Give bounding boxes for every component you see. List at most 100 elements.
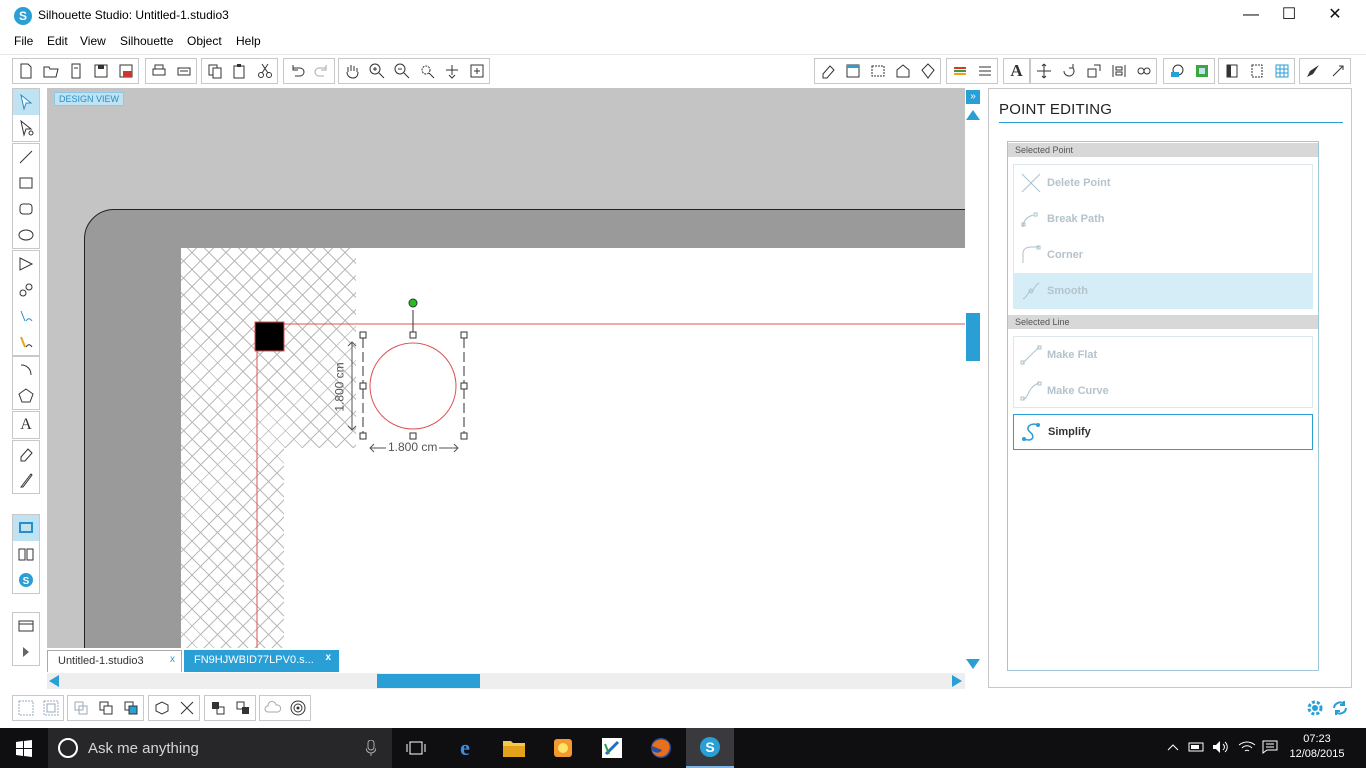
rounded-rectangle-tool-icon[interactable] — [13, 196, 39, 222]
vertical-scroll-thumb[interactable] — [966, 313, 980, 361]
curve-tool-icon[interactable] — [13, 277, 39, 303]
text-tool-icon[interactable]: A — [13, 412, 39, 438]
smooth-freehand-tool-icon[interactable] — [13, 329, 39, 355]
copy-icon[interactable] — [202, 59, 227, 83]
cortana-search[interactable]: Ask me anything — [48, 728, 392, 768]
vertical-scrollbar[interactable]: » — [965, 88, 981, 673]
release-compound-icon[interactable] — [93, 696, 118, 720]
firefox-icon[interactable] — [637, 728, 685, 768]
trace-icon[interactable] — [1219, 59, 1244, 83]
grid-icon[interactable] — [1269, 59, 1294, 83]
zoom-out-icon[interactable] — [389, 59, 414, 83]
line-tool-icon[interactable] — [13, 144, 39, 170]
task-view-icon[interactable] — [392, 728, 440, 768]
group-icon[interactable] — [13, 696, 38, 720]
make-curve-button[interactable]: Make Curve — [1013, 373, 1313, 409]
design-canvas[interactable]: DESIGN VIEW 1.800 cm 1.800 cm — [47, 88, 965, 648]
fit-to-page-icon[interactable] — [464, 59, 489, 83]
paint-app-icon[interactable] — [539, 728, 587, 768]
redo-icon[interactable] — [309, 59, 334, 83]
registration-marks-icon[interactable] — [865, 59, 890, 83]
open-folder-icon[interactable] — [38, 59, 63, 83]
simplify-button[interactable]: Simplify — [1013, 414, 1313, 450]
weld-icon[interactable] — [149, 696, 174, 720]
menu-silhouette[interactable]: Silhouette — [120, 34, 173, 48]
polygon-tool-icon[interactable] — [13, 251, 39, 277]
scroll-up-icon[interactable] — [966, 110, 980, 120]
save-icon[interactable] — [88, 59, 113, 83]
tab-untitled[interactable]: Untitled-1.studio3 x — [47, 650, 182, 672]
system-clock[interactable]: 07:23 12/08/2015 — [1282, 732, 1352, 762]
make-flat-button[interactable]: Make Flat — [1013, 337, 1313, 373]
edit-points-icon[interactable] — [13, 115, 39, 141]
regular-polygon-tool-icon[interactable] — [13, 383, 39, 409]
arc-tool-icon[interactable] — [13, 357, 39, 383]
smooth-button[interactable]: Smooth — [1013, 273, 1313, 309]
cut-scissors-icon[interactable] — [252, 59, 277, 83]
library-store-icon[interactable] — [890, 59, 915, 83]
pen-style-icon[interactable] — [915, 59, 940, 83]
offset-icon[interactable] — [1189, 59, 1214, 83]
file-explorer-icon[interactable] — [490, 728, 538, 768]
silhouette-store-icon[interactable]: S — [13, 567, 39, 593]
save-to-library-icon[interactable] — [113, 59, 138, 83]
collapse-panel-icon[interactable]: » — [966, 90, 980, 104]
eraser-fill-icon[interactable] — [815, 59, 840, 83]
eraser-tool-icon[interactable] — [13, 441, 39, 467]
send-to-silhouette-icon[interactable] — [1300, 59, 1325, 83]
horizontal-scroll-thumb[interactable] — [377, 674, 480, 688]
line-color-icon[interactable] — [947, 59, 972, 83]
expand-arrow-icon[interactable] — [13, 639, 39, 665]
text-style-icon[interactable]: A — [1004, 59, 1029, 83]
pan-hand-icon[interactable] — [339, 59, 364, 83]
menu-object[interactable]: Object — [187, 34, 222, 48]
replicate-icon[interactable] — [1131, 59, 1156, 83]
sync-icon[interactable] — [1330, 698, 1350, 718]
freehand-tool-icon[interactable] — [13, 303, 39, 329]
align-icon[interactable] — [1106, 59, 1131, 83]
scroll-right-icon[interactable] — [952, 675, 962, 687]
send-backward-icon[interactable] — [205, 696, 230, 720]
scroll-down-icon[interactable] — [966, 659, 980, 669]
move-icon[interactable] — [1031, 59, 1056, 83]
menu-help[interactable]: Help — [236, 34, 261, 48]
delete-icon[interactable] — [174, 696, 199, 720]
close-button[interactable]: ✕ — [1312, 0, 1358, 32]
corner-button[interactable]: Corner — [1013, 237, 1313, 273]
zoom-in-icon[interactable] — [364, 59, 389, 83]
library-view-icon[interactable] — [13, 541, 39, 567]
start-button[interactable] — [0, 728, 48, 768]
maximize-button[interactable]: ☐ — [1266, 0, 1312, 32]
network-wifi-icon[interactable] — [1238, 740, 1256, 754]
zoom-select-icon[interactable] — [414, 59, 439, 83]
knife-tool-icon[interactable] — [13, 467, 39, 493]
tab-close-icon[interactable]: x — [170, 654, 175, 665]
undo-icon[interactable] — [284, 59, 309, 83]
window-panel-icon[interactable] — [13, 613, 39, 639]
page-setup-icon[interactable] — [840, 59, 865, 83]
make-compound-icon[interactable] — [68, 696, 93, 720]
microphone-icon[interactable] — [365, 739, 377, 756]
tab-fn9hjwbid[interactable]: FN9HJWBID77LPV0.s... x — [184, 650, 339, 672]
break-path-button[interactable]: Break Path — [1013, 201, 1313, 237]
print-cut-icon[interactable] — [171, 59, 196, 83]
rectangle-tool-icon[interactable] — [13, 170, 39, 196]
page-icon[interactable] — [1244, 59, 1269, 83]
modify-icon[interactable] — [1164, 59, 1189, 83]
silhouette-studio-taskbar-icon[interactable]: S — [686, 728, 734, 768]
settings-gear-icon[interactable] — [1305, 698, 1325, 718]
offset-rings-icon[interactable] — [285, 696, 310, 720]
print-icon[interactable] — [146, 59, 171, 83]
volume-icon[interactable] — [1212, 740, 1230, 754]
pen-app-icon[interactable] — [588, 728, 636, 768]
drag-zoom-icon[interactable] — [439, 59, 464, 83]
show-hidden-icons-icon[interactable] — [1166, 740, 1180, 754]
library-icon[interactable] — [63, 59, 88, 83]
horizontal-scrollbar[interactable] — [47, 673, 965, 689]
delete-point-button[interactable]: Delete Point — [1013, 165, 1313, 201]
new-document-icon[interactable] — [13, 59, 38, 83]
paste-icon[interactable] — [227, 59, 252, 83]
scroll-left-icon[interactable] — [49, 675, 59, 687]
menu-edit[interactable]: Edit — [47, 34, 68, 48]
edge-browser-icon[interactable]: e — [441, 728, 489, 768]
